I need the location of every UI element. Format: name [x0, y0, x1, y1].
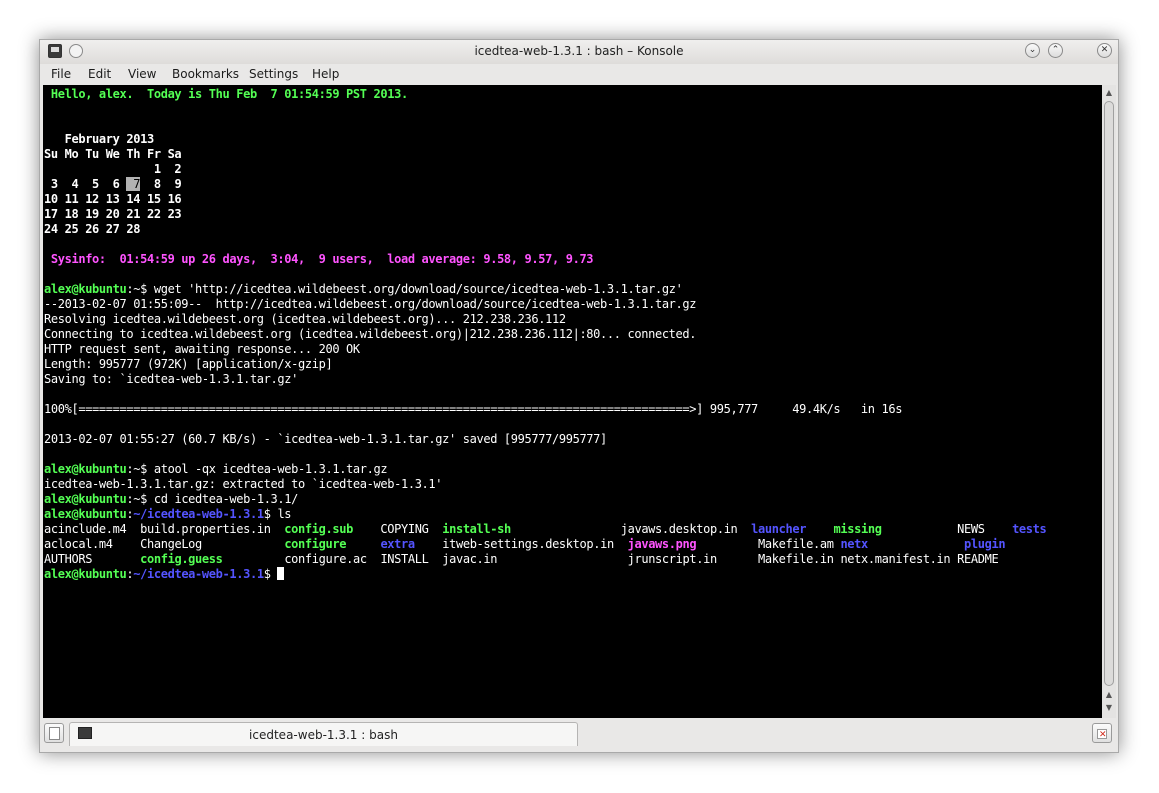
menu-bar: File Edit View Bookmarks Settings Help	[40, 64, 1118, 85]
prompt-path: $	[263, 567, 278, 581]
menu-settings[interactable]: Settings	[249, 67, 298, 81]
tab-bash[interactable]: icedtea-web-1.3.1 : bash	[69, 722, 578, 746]
output-line: Connecting to icedtea.wildebeest.org (ic…	[44, 327, 697, 341]
output-line: Length: 995777 (972K) [application/x-gzi…	[44, 357, 333, 371]
tab-label: icedtea-web-1.3.1 : bash	[249, 728, 398, 742]
command: atool -qx icedtea-web-1.3.1.tar.gz	[153, 462, 388, 476]
ls-entry: itweb-settings.desktop.in	[442, 537, 614, 551]
prompt-dir: ~/icedtea-web-1.3.1	[133, 567, 264, 581]
scroll-up-icon[interactable]: ▲	[1102, 87, 1116, 99]
menu-help[interactable]: Help	[312, 67, 339, 81]
ls-entry: javaws.png	[627, 537, 697, 551]
konsole-window: icedtea-web-1.3.1 : bash – Konsole ⌄ ⌃ ✕…	[39, 39, 1119, 753]
ls-entry: config.sub	[284, 522, 353, 536]
ls-entry: Makefile.am	[758, 537, 834, 551]
ls-entry: javac.in	[442, 552, 498, 566]
ls-entry: Makefile.in	[758, 552, 834, 566]
command: ls	[277, 507, 292, 521]
menu-view[interactable]: View	[128, 67, 156, 81]
scrollbar-track[interactable]	[1104, 101, 1114, 686]
download-progress: 100%[===================================…	[44, 402, 903, 416]
prompt-path: :~$	[126, 282, 154, 296]
minimize-icon[interactable]: ⌄	[1025, 43, 1040, 58]
scroll-up-icon[interactable]: ▲	[1102, 689, 1116, 701]
greeting-line: Hello, alex. Today is Thu Feb 7 01:54:59…	[44, 87, 408, 101]
ls-entry: netx	[840, 537, 868, 551]
prompt-path: :~$	[126, 492, 154, 506]
prompt-user: alex@kubuntu	[44, 462, 127, 476]
output-line: icedtea-web-1.3.1.tar.gz: extracted to `…	[44, 477, 443, 491]
ls-entry: extra	[380, 537, 415, 551]
terminal-output[interactable]: Hello, alex. Today is Thu Feb 7 01:54:59…	[43, 85, 1102, 718]
ls-entry: acinclude.m4	[44, 522, 127, 536]
close-icon[interactable]: ✕	[1097, 43, 1112, 58]
ls-entry: COPYING	[380, 522, 429, 536]
menu-edit[interactable]: Edit	[88, 67, 111, 81]
prompt-dir: ~/icedtea-web-1.3.1	[133, 507, 264, 521]
calendar-month: February 2013	[44, 132, 155, 146]
ls-entry: NEWS	[957, 522, 985, 536]
window-title: icedtea-web-1.3.1 : bash – Konsole	[474, 44, 684, 58]
prompt-user: alex@kubuntu	[44, 282, 127, 296]
ls-entry: aclocal.m4	[44, 537, 113, 551]
prompt-user: alex@kubuntu	[44, 507, 127, 521]
prompt-user: alex@kubuntu	[44, 567, 127, 581]
menu-bookmarks[interactable]: Bookmarks	[172, 67, 239, 81]
ls-entry: config.guess	[140, 552, 223, 566]
ls-entry: build.properties.in	[140, 522, 271, 536]
maximize-icon[interactable]: ⌃	[1048, 43, 1063, 58]
sysinfo-line: Sysinfo: 01:54:59 up 26 days, 3:04, 9 us…	[44, 252, 594, 266]
close-tab-icon[interactable]	[1092, 723, 1112, 743]
text-cursor	[277, 567, 285, 580]
ls-entry: launcher	[751, 522, 807, 536]
ls-entry: ChangeLog	[140, 537, 202, 551]
prompt-path: :~$	[126, 462, 154, 476]
calendar-weekdays: Su Mo Tu We Th Fr Sa	[44, 147, 182, 161]
calendar-week: 8 9	[140, 177, 182, 191]
title-bar[interactable]: icedtea-web-1.3.1 : bash – Konsole ⌄ ⌃ ✕	[40, 40, 1118, 64]
ls-entry: tests	[1012, 522, 1047, 536]
ls-entry: INSTALL	[380, 552, 429, 566]
ls-entry: jrunscript.in	[627, 552, 718, 566]
tab-bar: icedtea-web-1.3.1 : bash	[40, 720, 1118, 748]
menu-file[interactable]: File	[51, 67, 71, 81]
new-tab-icon[interactable]	[44, 723, 64, 743]
ls-entry: netx.manifest.in	[840, 552, 951, 566]
command: wget 'http://icedtea.wildebeest.org/down…	[153, 282, 683, 296]
terminal-text: Hello, alex. Today is Thu Feb 7 01:54:59…	[44, 87, 1047, 582]
ls-entry: AUTHORS	[44, 552, 93, 566]
ls-entry: javaws.desktop.in	[620, 522, 738, 536]
calendar-today: 7	[126, 177, 141, 191]
ls-entry: missing	[833, 522, 882, 536]
calendar-week: 10 11 12 13 14 15 16	[44, 192, 182, 206]
calendar-week: 24 25 26 27 28	[44, 222, 141, 236]
ls-entry: plugin	[964, 537, 1006, 551]
ls-entry: install-sh	[442, 522, 511, 536]
ls-entry: configure.ac	[284, 552, 367, 566]
scroll-down-icon[interactable]: ▼	[1102, 702, 1116, 714]
output-line: Resolving icedtea.wildebeest.org (icedte…	[44, 312, 566, 326]
output-line: 2013-02-07 01:55:27 (60.7 KB/s) - `icedt…	[44, 432, 607, 446]
output-line: HTTP request sent, awaiting response... …	[44, 342, 360, 356]
ls-entry: configure	[284, 537, 347, 551]
output-line: Saving to: `icedtea-web-1.3.1.tar.gz'	[44, 372, 298, 386]
prompt-user: alex@kubuntu	[44, 492, 127, 506]
calendar-week: 3 4 5 6	[44, 177, 127, 191]
calendar-week: 17 18 19 20 21 22 23	[44, 207, 182, 221]
ls-entry: README	[957, 552, 999, 566]
output-line: --2013-02-07 01:55:09-- http://icedtea.w…	[44, 297, 697, 311]
terminal-scrollbar[interactable]: ▲ ▲ ▼	[1102, 85, 1116, 718]
calendar-week: 1 2	[44, 162, 182, 176]
command: cd icedtea-web-1.3.1/	[153, 492, 299, 506]
prompt-path: $	[263, 507, 278, 521]
